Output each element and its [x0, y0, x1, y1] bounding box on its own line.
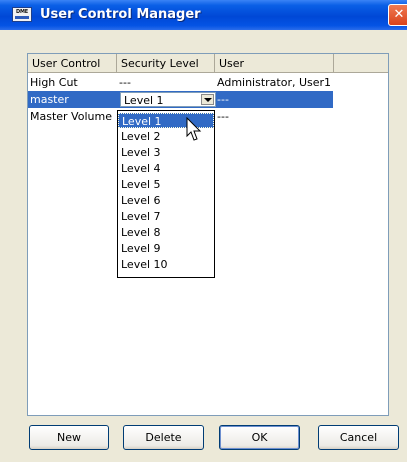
cancel-button[interactable]: Cancel: [318, 425, 399, 450]
table-row-selected[interactable]: master Level 1 ---: [28, 91, 333, 108]
cell-security-level: ---: [119, 76, 131, 89]
dropdown-option[interactable]: Level 4: [118, 161, 214, 176]
cell-user-control: Master Volume: [30, 110, 112, 123]
cell-user-control: master: [30, 93, 69, 106]
dropdown-option[interactable]: Level 8: [118, 225, 214, 240]
dme-app-icon: DME: [12, 7, 32, 22]
delete-button[interactable]: Delete: [123, 425, 204, 450]
cell-user-control: High Cut: [30, 76, 78, 89]
close-button[interactable]: ✕: [388, 4, 407, 26]
dropdown-option[interactable]: Level 7: [118, 209, 214, 224]
app-icon-text: DME: [16, 9, 28, 15]
chevron-down-icon[interactable]: [201, 94, 214, 105]
column-header-security-level[interactable]: Security Level: [117, 54, 215, 73]
dropdown-option[interactable]: Level 3: [118, 145, 214, 160]
cell-user: Administrator, User1: [217, 76, 332, 89]
table-row[interactable]: High Cut --- Administrator, User1: [28, 74, 388, 91]
user-control-manager-window: DME User Control Manager ✕ User Control …: [0, 0, 407, 462]
column-header-user-control[interactable]: User Control: [28, 54, 117, 73]
cell-user: ---: [217, 110, 229, 123]
ok-button[interactable]: OK: [219, 425, 300, 450]
cell-user: ---: [217, 93, 229, 106]
dropdown-option[interactable]: Level 9: [118, 241, 214, 256]
security-level-combobox[interactable]: Level 1: [120, 92, 216, 107]
dropdown-option[interactable]: Level 6: [118, 193, 214, 208]
column-header-user[interactable]: User: [215, 54, 334, 73]
dropdown-option[interactable]: Level 5: [118, 177, 214, 192]
mouse-pointer-icon: [186, 117, 202, 141]
dropdown-option[interactable]: Level 10: [118, 257, 214, 272]
new-button[interactable]: New: [29, 425, 109, 450]
window-title: User Control Manager: [40, 7, 201, 22]
combobox-value: Level 1: [124, 94, 164, 107]
table-header: User Control Security Level User: [28, 54, 388, 73]
column-header-filler: [334, 54, 388, 73]
close-icon: ✕: [393, 7, 405, 22]
title-bar[interactable]: DME User Control Manager ✕: [0, 0, 407, 30]
